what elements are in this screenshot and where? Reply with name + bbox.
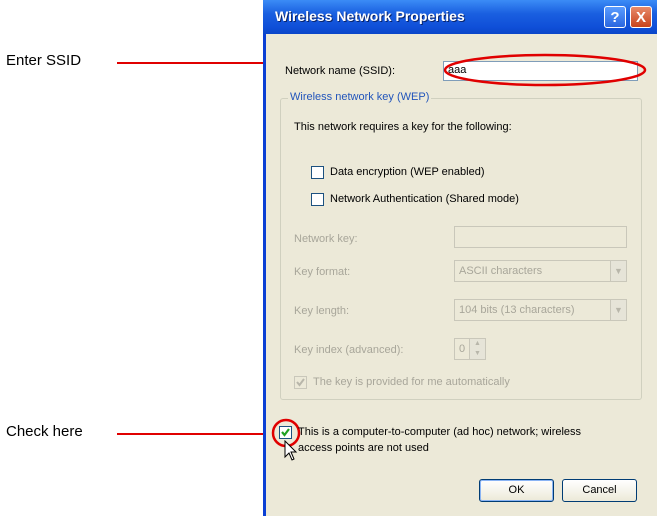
network-key-label: Network key: — [294, 233, 358, 245]
chevron-down-icon: ▼ — [610, 261, 626, 281]
ssid-highlight-ellipse — [443, 53, 647, 87]
data-encryption-label: Data encryption (WEP enabled) — [330, 166, 485, 178]
ok-button[interactable]: OK — [479, 479, 554, 502]
chevron-down-icon: ▼ — [610, 300, 626, 320]
adhoc-callout-line — [117, 433, 272, 435]
key-length-label: Key length: — [294, 305, 350, 317]
network-auth-label: Network Authentication (Shared mode) — [330, 193, 519, 205]
close-button[interactable]: X — [630, 6, 652, 28]
data-encryption-checkbox[interactable] — [311, 166, 324, 179]
network-auth-checkbox[interactable] — [311, 193, 324, 206]
key-format-label: Key format: — [294, 266, 351, 278]
help-button[interactable]: ? — [604, 6, 626, 28]
key-length-select[interactable]: 104 bits (13 characters) ▼ — [454, 299, 627, 321]
key-index-spinner[interactable]: 0 ▲ ▼ — [454, 338, 486, 360]
key-index-label: Key index (advanced): — [294, 344, 404, 356]
ssid-callout-label: Enter SSID — [6, 52, 82, 69]
checkmark-icon — [296, 378, 305, 387]
auto-key-checkbox[interactable] — [294, 376, 307, 389]
key-length-value: 104 bits (13 characters) — [459, 304, 575, 316]
cancel-button[interactable]: Cancel — [562, 479, 637, 502]
spinner-arrows-icon: ▲ ▼ — [469, 339, 485, 359]
key-format-select[interactable]: ASCII characters ▼ — [454, 260, 627, 282]
window-title: Wireless Network Properties — [275, 8, 465, 24]
network-key-input[interactable] — [454, 226, 627, 248]
adhoc-label-line1: This is a computer-to-computer (ad hoc) … — [298, 426, 582, 438]
network-name-label: Network name (SSID): — [285, 65, 396, 77]
adhoc-callout-label: Check here — [6, 423, 83, 440]
mouse-cursor-icon — [284, 440, 298, 461]
wep-intro-text: This network requires a key for the foll… — [294, 121, 512, 133]
adhoc-label-line2: access points are not used — [298, 442, 429, 454]
auto-key-label: The key is provided for me automatically — [313, 376, 510, 388]
key-format-value: ASCII characters — [459, 265, 543, 277]
key-index-value: 0 — [459, 343, 466, 355]
wep-group-title: Wireless network key (WEP) — [288, 91, 432, 103]
